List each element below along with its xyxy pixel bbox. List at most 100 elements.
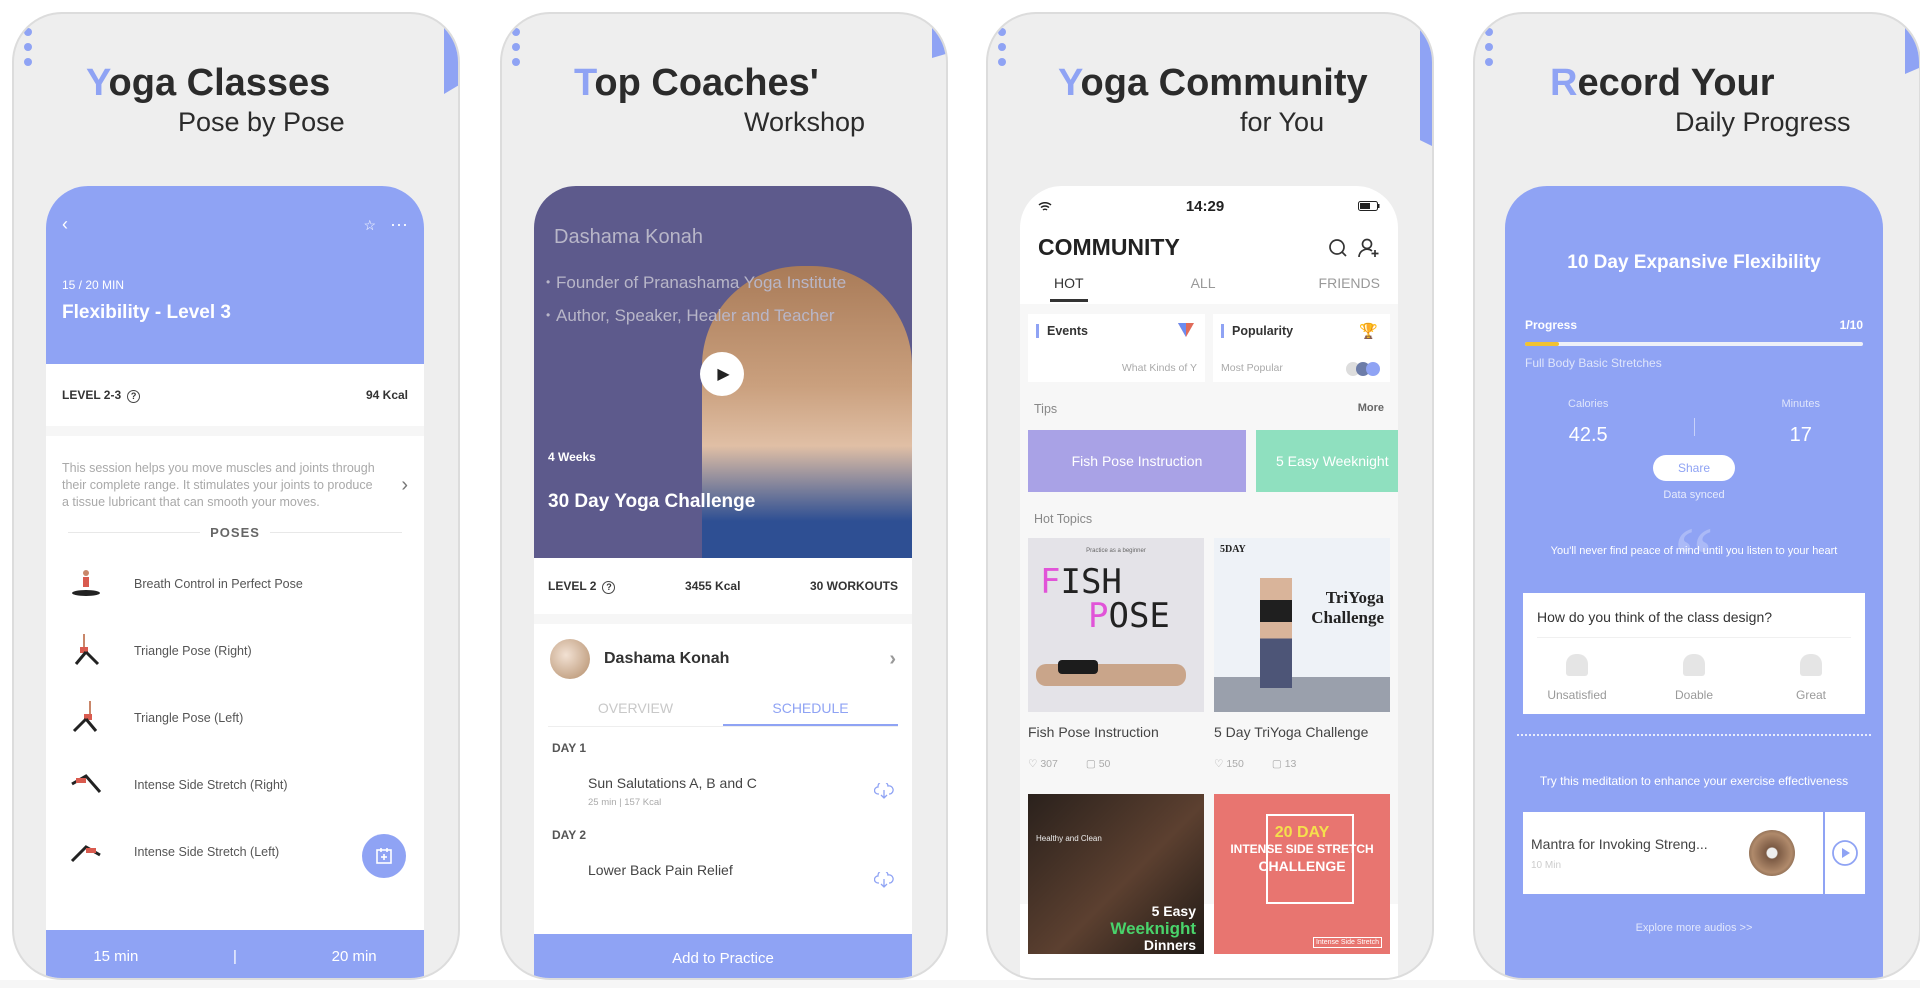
tips-carousel[interactable]: Fish Pose Instruction 5 Easy Weeknight	[1028, 430, 1398, 492]
panel-top-coaches: Top Coaches' Workshop Dashama Konah Foun…	[500, 12, 948, 980]
rating-doable[interactable]: Doable	[1654, 654, 1734, 702]
status-time: 14:29	[1185, 197, 1225, 215]
explore-audios-link[interactable]: Explore more audios >>	[1523, 922, 1865, 934]
tab-schedule[interactable]: SCHEDULE	[723, 694, 898, 726]
program-tabs: OVERVIEW SCHEDULE	[548, 694, 898, 727]
class-minutes: 15 / 20 MIN	[62, 278, 125, 292]
topic-image: 20 DAY INTENSE SIDE STRETCH CHALLENGE In…	[1214, 794, 1390, 954]
audio-item[interactable]: Mantra for Invoking Streng... 10 Min	[1523, 812, 1865, 894]
panel-headline: Top Coaches'	[574, 62, 819, 104]
pose-item[interactable]: Intense Side Stretch (Right)	[46, 751, 424, 818]
workouts-count: 30 WORKOUTS	[809, 579, 898, 593]
pose-item[interactable]: Breath Control in Perfect Pose	[46, 550, 424, 617]
class-header: ‹ ☆ ··· 15 / 20 MIN Flexibility - Level 3	[46, 186, 424, 364]
coach-bio: Founder of Pranashama Yoga Institute Aut…	[546, 272, 846, 338]
hero-coach-name: Dashama Konah	[554, 226, 703, 248]
phone-screen: ‹ ☆ ··· 15 / 20 MIN Flexibility - Level 3…	[46, 186, 424, 978]
happy-face-icon	[1800, 654, 1822, 676]
play-video-button[interactable]: ▶	[700, 352, 744, 396]
trophy-icon: 🏆	[1359, 323, 1378, 340]
session-item[interactable]: Sun Salutations A, B and C 25 min | 157 …	[534, 761, 912, 814]
tab-all[interactable]: ALL	[1191, 275, 1216, 302]
comments-count[interactable]: ▢ 13	[1272, 758, 1297, 770]
community-feed: Events What Kinds of Y Popularity 🏆 Most…	[1020, 304, 1398, 954]
duration-20-option[interactable]: 20 min	[332, 948, 377, 965]
topic-caption: 5 Day TriYoga Challenge	[1214, 724, 1369, 740]
description-text: This session helps you move muscles and …	[62, 461, 375, 509]
decor-dots	[998, 28, 1006, 66]
play-circle-icon	[1832, 840, 1858, 866]
kcal-value: 3455 Kcal	[685, 579, 741, 593]
wifi-icon	[1038, 201, 1052, 211]
tip-card[interactable]: 5 Easy Weeknight	[1256, 430, 1398, 492]
duration-15-option[interactable]: 15 min	[93, 948, 138, 965]
panel-headline: Record Your	[1550, 62, 1775, 104]
share-button[interactable]: Share	[1653, 455, 1735, 481]
program-title: 30 Day Yoga Challenge	[548, 491, 756, 512]
events-card[interactable]: Events What Kinds of Y	[1028, 314, 1205, 382]
add-to-calendar-button[interactable]	[362, 834, 406, 878]
add-to-practice-button[interactable]: Add to Practice	[534, 934, 912, 978]
poses-header: POSES	[68, 525, 403, 540]
play-audio-button[interactable]	[1825, 812, 1865, 894]
topic-card[interactable]: Practice as a beginner FFISHISH POSE Fis…	[1028, 538, 1204, 770]
panel-yoga-classes: Yoga Classes Pose by Pose ‹ ☆ ··· 15 / 20…	[12, 12, 460, 980]
pose-figure-icon	[70, 844, 101, 862]
tab-overview[interactable]: OVERVIEW	[548, 694, 723, 726]
play-icon: ▶	[717, 366, 730, 383]
tip-card[interactable]: Fish Pose Instruction	[1028, 430, 1246, 492]
pose-figure-icon	[72, 700, 98, 732]
star-icon[interactable]: ☆	[363, 217, 376, 233]
decor-dots	[1485, 28, 1493, 66]
progress-count: 1/10	[1839, 318, 1863, 332]
avatar	[550, 639, 590, 679]
session-item[interactable]: Lower Back Pain Relief	[534, 848, 912, 888]
comments-count[interactable]: ▢ 50	[1086, 758, 1111, 770]
pose-item[interactable]: Triangle Pose (Left)	[46, 684, 424, 751]
help-icon[interactable]: ?	[127, 389, 141, 403]
download-cloud-icon[interactable]	[874, 783, 894, 799]
audio-cover	[1749, 830, 1795, 876]
likes-count[interactable]: ♡ 150	[1214, 758, 1244, 770]
download-cloud-icon[interactable]	[874, 872, 894, 888]
program-duration: 4 Weeks	[548, 450, 596, 464]
popularity-card[interactable]: Popularity 🏆 Most Popular	[1213, 314, 1390, 382]
more-link[interactable]: More	[1358, 402, 1384, 416]
topic-image: Healthy and Clean 5 Easy Weeknight Dinne…	[1028, 794, 1204, 954]
coach-profile-link[interactable]: Dashama Konah ›	[534, 624, 912, 694]
help-icon[interactable]: ?	[602, 580, 616, 594]
program-hero: Dashama Konah Founder of Pranashama Yoga…	[534, 186, 912, 558]
topic-card[interactable]: Healthy and Clean 5 Easy Weeknight Dinne…	[1028, 778, 1204, 954]
status-bar: 14:29	[1020, 186, 1398, 226]
progress-bar	[1525, 342, 1863, 346]
level-row: LEVEL 2-3? 94 Kcal	[46, 364, 424, 426]
rating-unsatisfied[interactable]: Unsatisfied	[1537, 654, 1617, 702]
pose-item[interactable]: Triangle Pose (Right)	[46, 617, 424, 684]
more-dots-icon[interactable]: ···	[390, 214, 408, 234]
tab-hot[interactable]: HOT	[1050, 275, 1088, 302]
quote: “You'll never find peace of mind until y…	[1550, 510, 1838, 609]
topic-caption: Fish Pose Instruction	[1028, 724, 1159, 740]
rating-great[interactable]: Great	[1771, 654, 1851, 702]
search-icon[interactable]	[1328, 238, 1348, 258]
topic-card[interactable]: 20 DAY INTENSE SIDE STRETCH CHALLENGE In…	[1214, 778, 1390, 954]
likes-count[interactable]: ♡ 307	[1028, 758, 1058, 770]
pose-figure-icon	[71, 773, 102, 793]
corner-accent	[932, 24, 946, 58]
page-title: COMMUNITY	[1038, 234, 1180, 260]
tips-label: Tips	[1034, 402, 1058, 416]
topic-card[interactable]: 5DAY TriYoga Challenge 5 Day TriYoga Chal…	[1214, 538, 1390, 770]
pose-figure-icon	[74, 633, 100, 665]
kcal-value: 94 Kcal	[365, 388, 408, 402]
class-description[interactable]: This session helps you move muscles and …	[46, 436, 424, 511]
panel-progress: Record Your Daily Progress 10 Day Expans…	[1473, 12, 1920, 980]
level-label: LEVEL 2-3	[62, 387, 122, 402]
calendar-plus-icon	[376, 848, 392, 864]
day-label: DAY 1	[552, 741, 587, 755]
chevron-left-icon[interactable]: ‹	[62, 214, 68, 235]
tab-friends[interactable]: FRIENDS	[1319, 275, 1380, 302]
add-friend-icon[interactable]	[1358, 238, 1380, 258]
duration-selector: 15 min | 20 min	[46, 930, 424, 978]
chevron-right-icon: ›	[889, 647, 896, 670]
panel-subline: Workshop	[744, 107, 866, 137]
